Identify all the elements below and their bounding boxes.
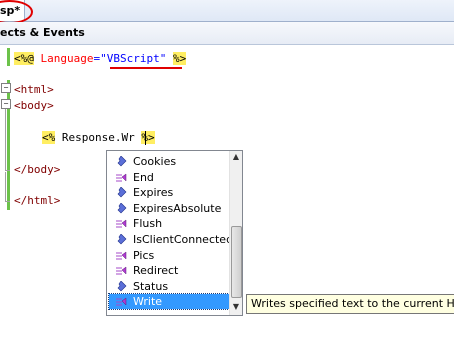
completion-item-label: Status (133, 279, 169, 293)
objects-events-navbar: ects & Events (0, 22, 454, 45)
html-close-tag: </html> (14, 194, 61, 207)
objects-events-dropdown[interactable]: ects & Events (0, 26, 85, 39)
method-icon (116, 297, 127, 306)
code-line-body-close[interactable]: </body> (14, 162, 60, 178)
asp-open-delimiter: <% (42, 131, 56, 144)
language-attribute: Language (40, 52, 94, 65)
completion-item-label: Write (133, 295, 163, 309)
asp-open-delimiter: <%@ (14, 52, 34, 65)
fold-guide (5, 170, 10, 171)
method-icon (116, 219, 127, 228)
code-line-response[interactable]: <% Response.Wr %> (42, 130, 155, 146)
code-line-html-close[interactable]: </html> (14, 193, 60, 209)
method-icon (116, 266, 127, 275)
html-open-tag: <html> (14, 83, 54, 96)
fold-collapse-icon[interactable]: − (1, 83, 11, 93)
completion-item[interactable]: IsClientConnected (109, 232, 233, 247)
scroll-thumb[interactable] (231, 226, 242, 298)
asp-close-delimiter: %> (141, 131, 155, 144)
completion-item-label: End (133, 170, 154, 184)
method-icon (116, 173, 127, 182)
completion-item-label: Cookies (133, 155, 177, 168)
underline-annotation (110, 67, 182, 69)
code-line-directive[interactable]: <%@ Language="VBScript" %> (14, 51, 187, 67)
fold-guide (5, 109, 6, 171)
completion-item[interactable]: ExpiresAbsolute (109, 201, 229, 216)
completion-item-label: ExpiresAbsolute (133, 201, 222, 215)
completion-item[interactable]: Redirect (109, 263, 229, 278)
fold-collapse-icon[interactable]: − (1, 99, 11, 109)
text-caret (145, 131, 146, 145)
completion-item-label: Pics (133, 248, 155, 262)
completion-item[interactable]: Flush (109, 216, 229, 231)
body-close-tag: </body> (14, 163, 61, 176)
method-icon (116, 251, 127, 260)
completion-item[interactable]: Expires (109, 185, 229, 200)
property-icon (117, 187, 127, 198)
completion-item-label: Redirect (133, 264, 179, 278)
body-open-tag: <body> (14, 99, 54, 112)
response-expression: Response.Wr (61, 131, 135, 144)
completion-item[interactable]: Status (109, 279, 229, 294)
document-tab-strip: sp* (0, 0, 454, 24)
asp-close-delimiter: %> (172, 52, 187, 65)
completion-item[interactable]: Write (108, 293, 230, 311)
intellisense-popup[interactable]: Cookies End Expires ExpiresAbsolute Flush IsC… (106, 150, 243, 316)
scroll-down-icon[interactable]: ▼ (230, 301, 242, 313)
completion-item[interactable]: Cookies (109, 154, 229, 169)
member-tooltip: Writes specified text to the current HTT… (246, 294, 454, 314)
completion-item[interactable]: End (109, 170, 229, 185)
completion-item-label: Flush (133, 217, 163, 231)
scroll-up-icon[interactable]: ▲ (230, 151, 242, 163)
completion-scrollbar[interactable]: ▲ ▼ (229, 151, 242, 315)
property-icon (117, 234, 127, 245)
property-icon (117, 156, 127, 167)
code-line-body-open[interactable]: <body> (14, 98, 54, 114)
fold-guide (5, 172, 6, 202)
completion-item-label: IsClientConnected (133, 233, 234, 246)
document-tab-title: sp* (0, 4, 21, 17)
code-line-html-open[interactable]: <html> (14, 82, 54, 98)
language-value: "VBScript" (100, 52, 167, 65)
document-tab[interactable]: sp* (0, 0, 25, 21)
completion-item[interactable]: Pics (109, 248, 229, 263)
property-icon (117, 280, 127, 292)
completion-item-label: Expires (133, 186, 174, 200)
property-icon (117, 202, 127, 214)
change-bar (7, 48, 10, 66)
fold-guide (5, 201, 10, 202)
